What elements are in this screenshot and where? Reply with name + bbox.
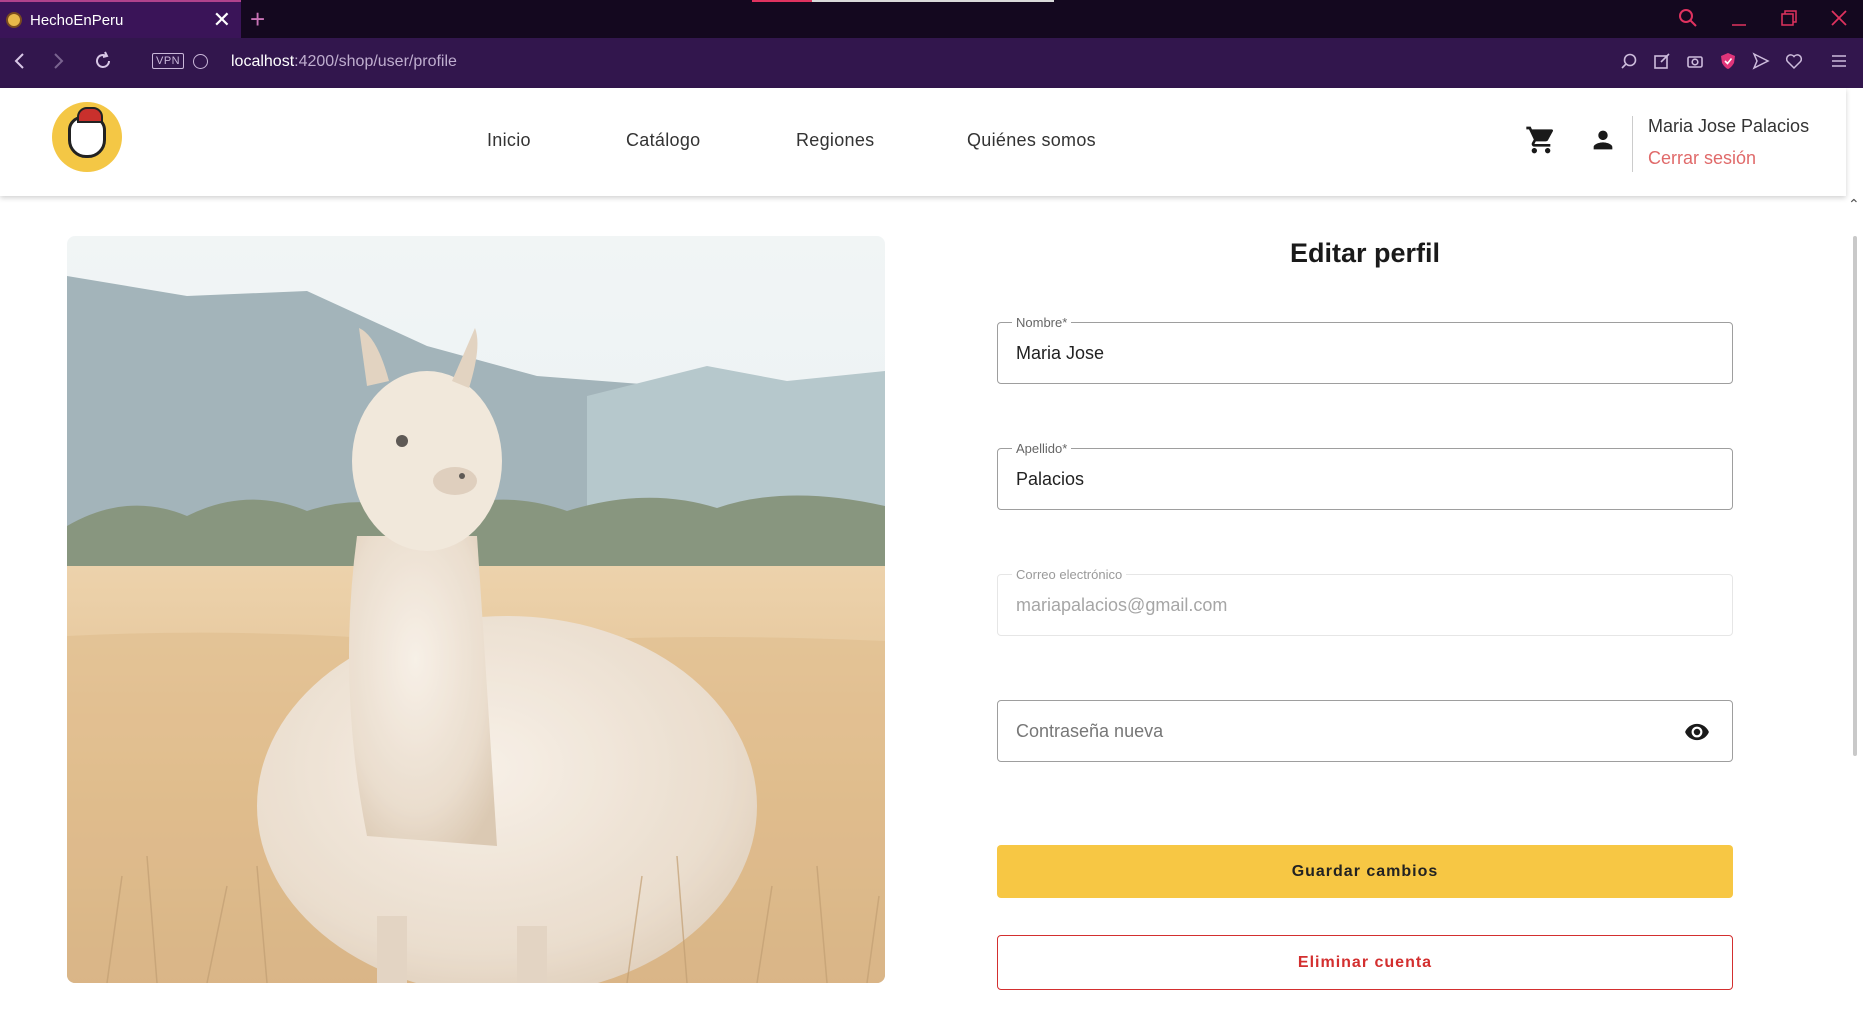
browser-tab[interactable]: HechoEnPeru ✕ xyxy=(0,0,241,38)
eye-icon[interactable] xyxy=(1684,722,1710,742)
correo-label: Correo electrónico xyxy=(1012,567,1127,582)
vpn-badge[interactable]: VPN xyxy=(152,53,185,69)
user-icon[interactable] xyxy=(1589,126,1617,154)
nav-regiones[interactable]: Regiones xyxy=(796,130,874,151)
camera-icon[interactable] xyxy=(1686,52,1704,70)
tab-title: HechoEnPeru xyxy=(30,11,124,29)
nav-quienes-somos[interactable]: Quiénes somos xyxy=(967,130,1096,151)
address-bar: VPN localhost:4200/shop/user/profile xyxy=(0,38,1863,88)
back-icon[interactable] xyxy=(10,50,30,72)
save-button[interactable]: Guardar cambios xyxy=(997,845,1733,898)
reload-icon[interactable] xyxy=(92,50,114,72)
shield-icon[interactable] xyxy=(1719,52,1737,70)
scrollbar-thumb[interactable] xyxy=(1853,236,1857,756)
nav-catalogo[interactable]: Catálogo xyxy=(626,130,700,151)
new-tab-button[interactable]: + xyxy=(250,6,265,32)
share-icon[interactable] xyxy=(1653,52,1671,70)
apellido-label: Apellido* xyxy=(1012,441,1072,456)
tab-close-icon[interactable]: ✕ xyxy=(213,9,231,31)
globe-icon[interactable] xyxy=(193,54,208,69)
password-field[interactable] xyxy=(997,700,1733,762)
heart-icon[interactable] xyxy=(1785,52,1803,70)
nombre-field[interactable]: Nombre* xyxy=(997,315,1733,384)
page-title: Editar perfil xyxy=(1289,238,1441,268)
header-divider xyxy=(1632,116,1633,172)
loading-indicator xyxy=(752,0,812,2)
apellido-input[interactable] xyxy=(1016,469,1656,490)
nombre-input[interactable] xyxy=(1016,343,1656,364)
cart-icon[interactable] xyxy=(1525,124,1557,156)
correo-input xyxy=(1016,595,1656,616)
nombre-label: Nombre* xyxy=(1012,315,1072,330)
loading-track xyxy=(812,0,1054,2)
browser-tab-bar: HechoEnPeru ✕ + xyxy=(0,0,1863,38)
scroll-up-icon[interactable]: ⌃ xyxy=(1848,197,1860,211)
alpaca-image xyxy=(67,236,885,983)
search-icon[interactable] xyxy=(1678,8,1698,28)
minimize-icon[interactable] xyxy=(1729,8,1749,28)
send-icon[interactable] xyxy=(1752,52,1770,70)
restore-icon[interactable] xyxy=(1779,8,1799,28)
url-host: localhost xyxy=(231,53,295,70)
forward-icon[interactable] xyxy=(48,50,68,72)
menu-icon[interactable] xyxy=(1830,52,1848,70)
password-input[interactable] xyxy=(1016,721,1656,742)
site-favicon-icon xyxy=(6,12,22,28)
nav-inicio[interactable]: Inicio xyxy=(487,130,531,151)
correo-field: Correo electrónico xyxy=(997,567,1733,636)
user-name: Maria Jose Palacios xyxy=(1648,116,1810,136)
site-logo[interactable] xyxy=(52,102,122,172)
zoom-icon[interactable] xyxy=(1620,52,1638,70)
site-header: Inicio Catálogo Regiones Quiénes somos M… xyxy=(0,88,1846,196)
delete-account-button[interactable]: Eliminar cuenta xyxy=(997,935,1733,990)
alpaca-logo-icon xyxy=(68,107,106,158)
close-icon[interactable] xyxy=(1829,8,1849,28)
logout-link[interactable]: Cerrar sesión xyxy=(1648,148,1756,169)
apellido-field[interactable]: Apellido* xyxy=(997,441,1733,510)
url-field[interactable]: localhost:4200/shop/user/profile xyxy=(231,53,457,71)
url-path: :4200/shop/user/profile xyxy=(294,53,457,70)
